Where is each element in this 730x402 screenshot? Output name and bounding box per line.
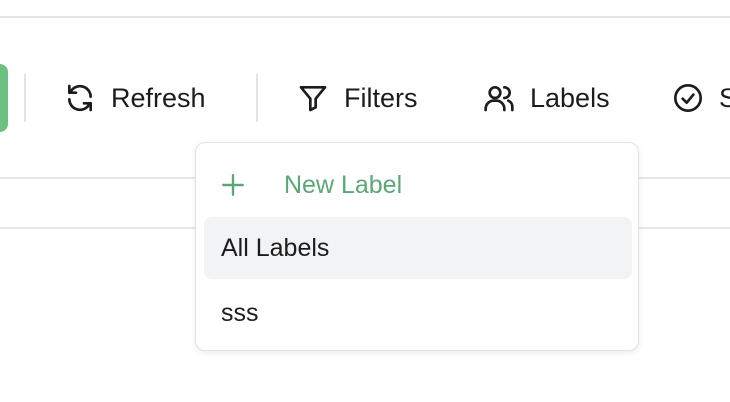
plus-icon	[218, 170, 248, 200]
filters-button[interactable]: Filters	[297, 78, 418, 118]
status-button-label: S	[719, 82, 730, 113]
top-divider	[0, 16, 730, 18]
labels-button[interactable]: Labels	[483, 78, 610, 118]
refresh-button-label: Refresh	[111, 82, 206, 113]
labels-button-label: Labels	[530, 82, 610, 113]
primary-action-button-edge[interactable]	[0, 64, 8, 132]
check-circle-icon	[672, 82, 704, 114]
toolbar-separator	[256, 74, 258, 122]
dropdown-item-all-labels[interactable]: All Labels	[204, 217, 632, 279]
refresh-icon	[64, 82, 96, 114]
new-label-button[interactable]: New Label	[218, 165, 402, 205]
dropdown-item-sss[interactable]: sss	[204, 282, 632, 344]
refresh-button[interactable]: Refresh	[64, 78, 206, 118]
filter-icon	[297, 82, 329, 114]
new-label-text: New Label	[284, 170, 403, 199]
toolbar-separator	[24, 74, 26, 122]
filters-button-label: Filters	[344, 82, 418, 113]
status-button[interactable]: S	[672, 78, 730, 118]
users-icon	[483, 82, 515, 114]
page: Refresh Filters Labels S New Label All L…	[0, 0, 730, 402]
labels-dropdown: New Label All Labels sss	[195, 142, 639, 351]
